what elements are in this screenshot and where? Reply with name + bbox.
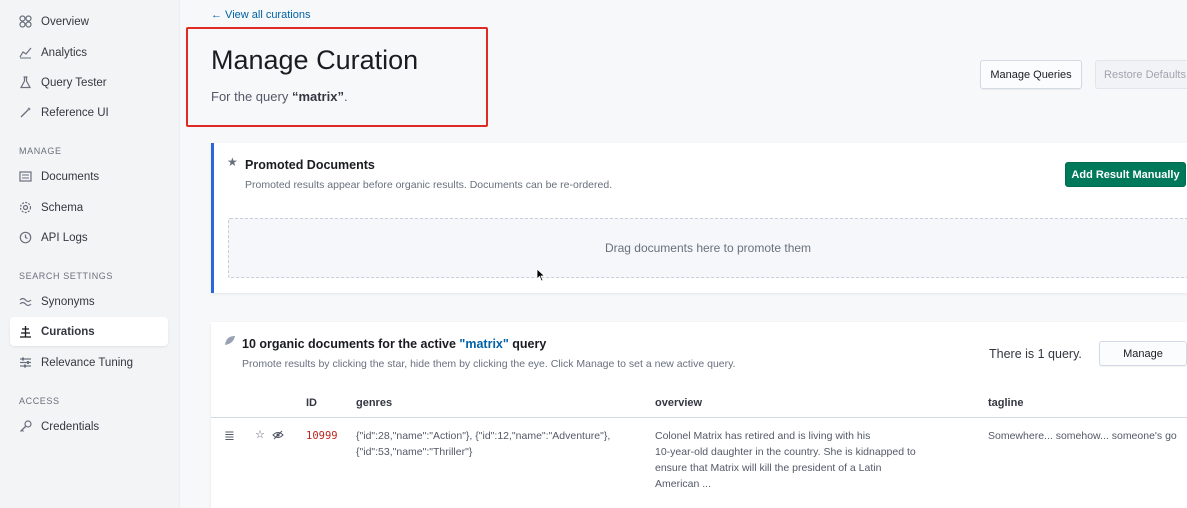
sidebar-item-documents[interactable]: Documents	[10, 162, 168, 191]
main-content: ← View all curations Manage Curation For…	[181, 0, 1187, 508]
eye-closed-icon[interactable]	[272, 429, 284, 443]
overview-icon	[18, 15, 32, 29]
query-count-text: There is 1 query.	[989, 347, 1082, 361]
sidebar-item-relevance-tuning[interactable]: Relevance Tuning	[10, 348, 168, 377]
sidebar-item-label: Synonyms	[41, 295, 95, 308]
add-result-manually-button[interactable]: Add Result Manually	[1065, 162, 1186, 187]
doc-tagline: Somewhere... somehow... someone's go	[988, 430, 1177, 442]
mouse-cursor-icon	[536, 268, 546, 287]
sidebar-item-api-logs[interactable]: API Logs	[10, 223, 168, 252]
manage-button[interactable]: Manage	[1099, 341, 1187, 366]
section-access: ACCESS	[19, 396, 60, 406]
sidebar-item-reference-ui[interactable]: Reference UI	[10, 98, 168, 127]
organic-description: Promote results by clicking the star, hi…	[242, 358, 736, 370]
genres-line: {"id":53,"name":"Thriller"}	[356, 446, 473, 458]
star-outline-icon[interactable]: ☆	[255, 428, 265, 441]
sidebar-item-analytics[interactable]: Analytics	[10, 38, 168, 67]
organic-title: 10 organic documents for the active "mat…	[242, 337, 546, 351]
sidebar-item-credentials[interactable]: Credentials	[10, 412, 168, 441]
sidebar-item-label: Analytics	[41, 46, 88, 59]
flask-icon	[18, 76, 32, 90]
section-search-settings: SEARCH SETTINGS	[19, 271, 114, 281]
drag-handle-icon[interactable]: ≣	[224, 428, 235, 444]
doc-genres: {"id":28,"name":"Action"}, {"id":12,"nam…	[356, 428, 646, 460]
sidebar-item-label: Overview	[41, 15, 89, 28]
column-header-genres[interactable]: genres	[356, 397, 392, 409]
sidebar-item-overview[interactable]: Overview	[10, 7, 168, 36]
sliders-icon	[18, 356, 32, 370]
key-icon	[18, 420, 32, 434]
column-header-overview[interactable]: overview	[655, 397, 702, 409]
overview-line: ensure that Matrix will kill the preside…	[655, 462, 882, 474]
subtitle-query: “matrix”	[291, 89, 344, 104]
promote-drop-zone[interactable]: Drag documents here to promote them	[228, 218, 1187, 278]
sidebar-item-synonyms[interactable]: Synonyms	[10, 287, 168, 316]
column-header-tagline[interactable]: tagline	[988, 397, 1023, 409]
subtitle-suffix: .	[343, 89, 348, 104]
organic-title-query: "matrix"	[459, 337, 509, 351]
overview-line: 10-year-old daughter in the country. She…	[655, 446, 916, 458]
organic-title-suffix: query	[508, 337, 547, 351]
promoted-title: Promoted Documents	[245, 158, 375, 172]
sidebar-item-label: Credentials	[41, 420, 100, 433]
sidebar-item-label: Query Tester	[41, 76, 107, 89]
star-icon: ★	[227, 155, 238, 169]
promoted-documents-panel: ★ Promoted Documents Promoted results ap…	[211, 143, 1187, 293]
sidebar-item-label: Curations	[41, 325, 95, 338]
title-highlight-box	[186, 27, 488, 127]
page-title: Manage Curation	[211, 45, 419, 75]
drop-zone-text: Drag documents here to promote them	[604, 241, 812, 255]
documents-icon	[18, 170, 32, 184]
page-subtitle: For the query “matrix”.	[211, 89, 348, 104]
analytics-icon	[18, 46, 32, 60]
clock-icon	[18, 231, 32, 245]
sidebar-item-label: API Logs	[41, 231, 88, 244]
wand-icon	[18, 106, 32, 120]
restore-defaults-button[interactable]: Restore Defaults	[1095, 60, 1187, 89]
organic-title-prefix: 10 organic documents for the active	[242, 337, 460, 351]
overview-line: Colonel Matrix has retired and is living…	[655, 430, 871, 442]
table-row: ≣ ☆ 10999 {"id":28,"name":"Action"}, {"i…	[211, 419, 1187, 491]
sidebar-item-schema[interactable]: Schema	[10, 193, 168, 222]
sidebar-item-label: Documents	[41, 170, 100, 183]
sidebar-item-curations[interactable]: Curations	[10, 317, 168, 346]
gear-icon	[18, 201, 32, 215]
sidebar-item-label: Reference UI	[41, 106, 109, 119]
doc-overview: Colonel Matrix has retired and is living…	[655, 428, 975, 492]
curations-icon	[18, 325, 32, 339]
sidebar-item-query-tester[interactable]: Query Tester	[10, 68, 168, 97]
synonyms-icon	[18, 295, 32, 309]
genres-line: {"id":28,"name":"Action"}, {"id":12,"nam…	[356, 430, 611, 442]
sidebar: Overview Analytics Query Tester Referenc…	[0, 0, 180, 508]
leaf-icon	[224, 335, 236, 349]
column-header-id[interactable]: ID	[306, 397, 317, 409]
manage-queries-button[interactable]: Manage Queries	[980, 60, 1082, 89]
sidebar-item-label: Schema	[41, 201, 84, 214]
subtitle-prefix: For the query	[211, 89, 292, 104]
table-header: ID genres overview tagline	[211, 390, 1187, 418]
view-all-curations-link[interactable]: ← View all curations	[211, 9, 310, 21]
overview-line: American ...	[655, 478, 712, 490]
sidebar-item-label: Relevance Tuning	[41, 356, 134, 369]
doc-id: 10999	[306, 430, 338, 442]
organic-documents-panel: 10 organic documents for the active "mat…	[211, 322, 1187, 508]
promoted-description: Promoted results appear before organic r…	[245, 179, 613, 191]
section-manage: MANAGE	[19, 146, 62, 156]
